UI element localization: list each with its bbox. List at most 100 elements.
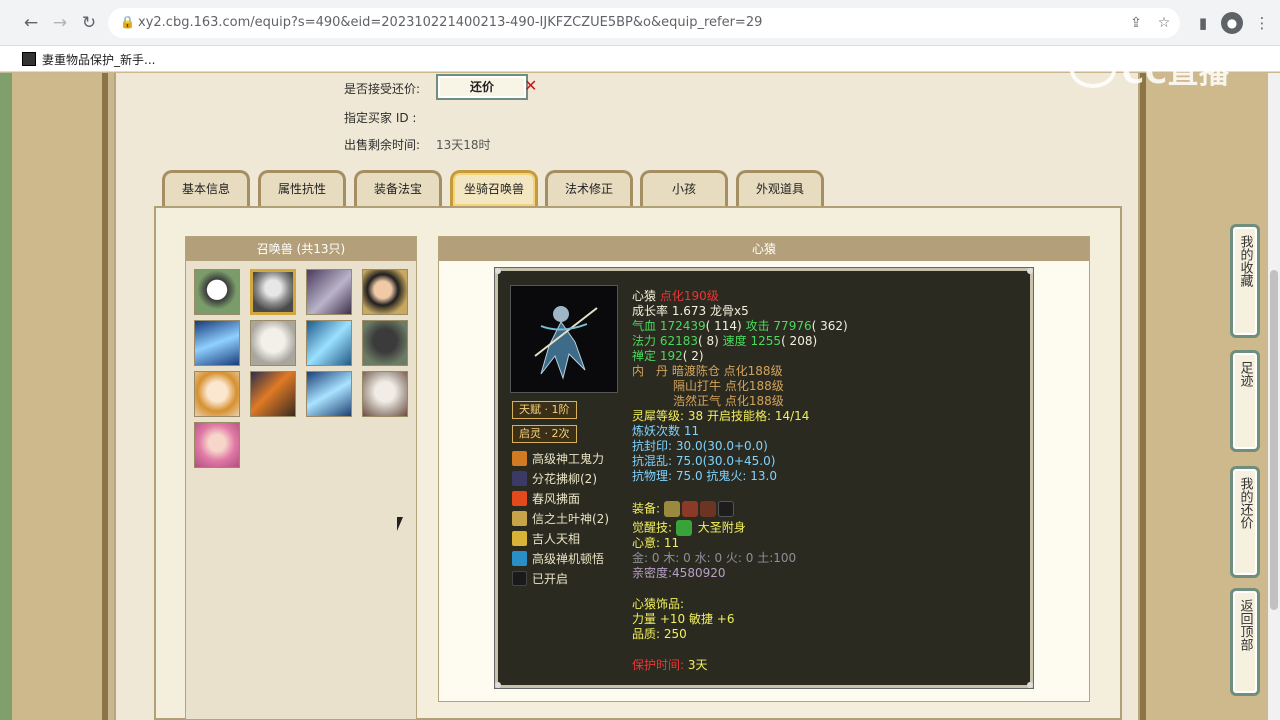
- pet-avatar[interactable]: [250, 371, 296, 417]
- stream-watermark: CC直播: [1070, 48, 1250, 92]
- address-bar[interactable]: 🔒 xy2.cbg.163.com/equip?s=490&eid=202310…: [108, 8, 1180, 38]
- share-icon[interactable]: ⇪: [1126, 13, 1146, 33]
- pet-avatar[interactable]: [362, 320, 408, 366]
- tab-basic-info[interactable]: 基本信息: [162, 170, 250, 206]
- zen-base: ( 2): [682, 349, 704, 363]
- mp-label: 法力: [632, 334, 657, 348]
- pet-avatar[interactable]: [306, 371, 352, 417]
- pet-avatar[interactable]: [194, 269, 240, 315]
- equipment-line: 装备:: [632, 501, 736, 517]
- skill-item[interactable]: 信之土叶神(2): [512, 509, 609, 527]
- protect-label: 保护时间:: [632, 658, 685, 672]
- mp-base: ( 8): [698, 334, 719, 348]
- side-nav-history[interactable]: 足迹: [1230, 350, 1260, 452]
- mp-spd-line: 法力 62183( 8) 速度 1255( 208): [632, 334, 817, 349]
- skill-label: 分花拂柳(2): [532, 471, 597, 486]
- bookmark-star-icon[interactable]: ☆: [1154, 13, 1174, 33]
- pet-list-panel: 召唤兽 (共13只): [185, 236, 417, 720]
- equip-slot-icon[interactable]: [681, 501, 698, 517]
- skill-item[interactable]: 吉人天相: [512, 529, 580, 547]
- equipment-label: 装备:: [632, 501, 661, 516]
- bookmark-item[interactable]: 妻重物品保护_新手...: [22, 51, 155, 67]
- awake-line: 觉醒技: 大圣附身: [632, 520, 746, 536]
- profile-avatar-icon[interactable]: ●: [1221, 12, 1243, 34]
- pet-avatar[interactable]: [194, 320, 240, 366]
- back-arrow-icon[interactable]: ←: [20, 12, 42, 34]
- skill-icon: [512, 450, 527, 466]
- pet-avatar[interactable]: [194, 422, 240, 468]
- corner-ornament: [495, 268, 501, 274]
- pet-name: 心猿: [632, 289, 657, 303]
- skill-item[interactable]: 高级神工鬼力: [512, 449, 604, 467]
- side-nav-my-offers[interactable]: 我的还价: [1230, 466, 1260, 578]
- counter-offer-button[interactable]: 还价: [436, 74, 528, 100]
- pet-avatar[interactable]: [250, 320, 296, 366]
- hp-base: ( 114): [705, 319, 742, 333]
- equip-slot-icon[interactable]: [663, 501, 680, 517]
- element-line: 金: 0 木: 0 水: 0 火: 0 土:100: [632, 551, 797, 565]
- refine-value: 11: [683, 424, 700, 438]
- bookmark-favicon-icon: [22, 52, 36, 66]
- tab-equipment[interactable]: 装备法宝: [354, 170, 442, 206]
- pet-level: 点化190级: [659, 289, 719, 303]
- atk-value: 77976: [773, 319, 812, 333]
- skill-item[interactable]: 分花拂柳(2): [512, 469, 597, 487]
- side-panel-icon[interactable]: ▮: [1192, 12, 1214, 34]
- side-nav-favorites[interactable]: 我的收藏: [1230, 224, 1260, 338]
- skill-item[interactable]: 高级禅机顿悟: [512, 549, 604, 567]
- reload-icon[interactable]: ↻: [78, 12, 100, 34]
- pet-detail-header: 心猿: [439, 237, 1089, 261]
- side-nav-label: 我的还价: [1237, 477, 1253, 529]
- skill-slots-label: 开启技能格:: [706, 409, 772, 423]
- pet-portrait-figure: [534, 306, 598, 380]
- resist-seal: 抗封印: 30.0(30.0+0.0): [632, 439, 768, 453]
- tab-child[interactable]: 小孩: [640, 170, 728, 206]
- tab-spell-mod[interactable]: 法术修正: [545, 170, 633, 206]
- tab-appearance[interactable]: 外观道具: [736, 170, 824, 206]
- heart-value: 11: [663, 536, 680, 550]
- pet-avatar-selected[interactable]: [250, 269, 296, 315]
- refine-line: 炼妖次数 11: [632, 424, 699, 439]
- spd-label: 速度: [722, 334, 747, 348]
- growth-rate: 成长率 1.673 龙骨x5: [632, 304, 749, 318]
- skill-item[interactable]: 春风拂面: [512, 489, 580, 507]
- equip-slot-icon[interactable]: [699, 501, 716, 517]
- forward-arrow-icon[interactable]: →: [49, 12, 71, 34]
- protect-value: 3天: [687, 658, 708, 672]
- remaining-time-label: 出售剩余时间:: [344, 138, 421, 152]
- tab-mounts-pets[interactable]: 坐骑召唤兽: [450, 170, 538, 206]
- pet-avatar[interactable]: [306, 320, 352, 366]
- corner-ornament: [495, 682, 501, 688]
- lock-icon: 🔒: [120, 15, 135, 29]
- pet-avatar[interactable]: [194, 371, 240, 417]
- pet-avatar[interactable]: [306, 269, 352, 315]
- inner-dan-2: 隔山打牛 点化188级: [673, 379, 784, 393]
- lingxi-value: 38: [687, 409, 704, 423]
- url-text[interactable]: xy2.cbg.163.com/equip?s=490&eid=20231022…: [138, 15, 762, 30]
- skill-label: 吉人天相: [532, 531, 581, 546]
- inspire-badge: 启灵 · 2次: [512, 425, 577, 443]
- skill-icon: [512, 550, 527, 566]
- skill-label: 高级禅机顿悟: [532, 551, 605, 566]
- browser-toolbar: ← → ↻ 🔒 xy2.cbg.163.com/equip?s=490&eid=…: [0, 0, 1280, 46]
- scrollbar-thumb[interactable]: [1270, 270, 1278, 610]
- accept-counter-label: 是否接受还价:: [344, 82, 421, 96]
- pet-avatar[interactable]: [362, 269, 408, 315]
- ornament-label: 心猿饰品:: [632, 597, 685, 611]
- pet-list-header: 召唤兽 (共13只): [186, 237, 416, 261]
- side-nav-label: 足迹: [1237, 361, 1253, 387]
- corner-ornament: [1027, 682, 1033, 688]
- inner-dan-label: 内 丹: [632, 364, 669, 378]
- pet-avatar[interactable]: [362, 371, 408, 417]
- equip-slot-icon[interactable]: [717, 501, 734, 517]
- skill-item[interactable]: 已开启: [512, 569, 568, 587]
- tab-attributes[interactable]: 属性抗性: [258, 170, 346, 206]
- spd-base: ( 208): [781, 334, 818, 348]
- ornament-attr: 力量 +10 敏捷 +6: [632, 612, 735, 626]
- spd-value: 1255: [750, 334, 782, 348]
- heart-line: 心意: 11: [632, 536, 679, 551]
- ornament-quality: 品质: 250: [632, 627, 687, 641]
- side-nav-label: 返回顶部: [1237, 599, 1253, 651]
- menu-kebab-icon[interactable]: ⋮: [1251, 12, 1273, 34]
- side-nav-back-to-top[interactable]: 返回顶部: [1230, 588, 1260, 696]
